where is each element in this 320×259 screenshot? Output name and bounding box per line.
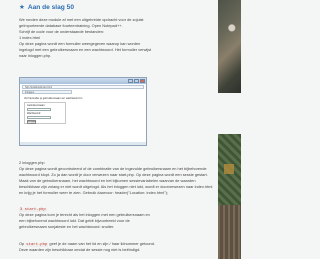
intro-line-5: Op deze pagina wordt een formulier weerg… — [19, 41, 141, 46]
section-heading: ★ Aan de slag 50 — [19, 4, 74, 13]
page-instruction: Vul hieronder je gebruikersnaam en wacht… — [24, 97, 83, 100]
username-label: Gebruikersnaam: — [27, 104, 46, 107]
photo-top-right — [218, 0, 241, 93]
intro-line-3: Schrijf de code voor de onderstaande bes… — [19, 29, 105, 34]
photo-middle-right — [218, 134, 241, 205]
login-form: Gebruikersnaam: Wachtwoord: Inloggen — [24, 102, 66, 124]
window-titlebar — [20, 78, 146, 84]
section4-line-2: Deze waarden zijn beschikbaar omdat de s… — [19, 247, 141, 252]
section2-line-1: Op deze pagina wordt gecontroleerd of de… — [19, 166, 207, 171]
section3-line-3: gebruikersnaam sonjateste en het wachtwo… — [19, 224, 115, 229]
photo-bottom-right — [218, 205, 241, 259]
section2-line-5: en krijg je het formulier weer te zien. … — [19, 190, 168, 195]
section2-line-2: wachtwoord klopt. Zo ja dan wordt je doo… — [19, 172, 208, 177]
section4-pre: Op — [19, 241, 25, 246]
section2-line-3: Maak van de gebruikersnaam, het wachtwoo… — [19, 178, 196, 183]
status-bar — [20, 142, 146, 145]
intro-line-7: naar inloggen.php. — [19, 53, 52, 58]
intro-line-6: ingelogd met een gebruikersnaam en een w… — [19, 47, 152, 52]
intro-line-4: 1 index.html — [19, 35, 40, 40]
section3-line-1: Op deze pagina kom je terecht als het in… — [19, 212, 150, 217]
login-button: Inloggen — [27, 120, 36, 124]
address-bar: http://localhost/index.html — [22, 85, 144, 89]
star-icon: ★ — [19, 4, 25, 12]
minimize-icon — [128, 79, 133, 83]
browser-tab: Inloggen — [22, 90, 72, 94]
username-field — [27, 108, 51, 111]
section3-line-2: een bijbehorend wachtwoord lukt. Dat gel… — [19, 218, 130, 223]
section4-post: geef je de naam van het lid en zijn / ha… — [49, 241, 155, 246]
close-icon — [140, 79, 145, 83]
password-label: Wachtwoord: — [27, 112, 41, 115]
intro-line-2: geïmporteerde database fourteentraining.… — [19, 23, 123, 28]
maximize-icon — [134, 79, 139, 83]
section2-line-4: beschikbaar zijn zolang er niet wordt ui… — [19, 184, 213, 189]
heading-title: Aan de slag 50 — [27, 4, 75, 11]
section2-title: 2 inloggen.php — [19, 160, 45, 165]
intro-line-1: We ronden deze module af met een uitgebr… — [19, 17, 144, 22]
password-field — [27, 116, 51, 119]
browser-screenshot: http://localhost/index.html Inloggen Vul… — [19, 77, 147, 146]
